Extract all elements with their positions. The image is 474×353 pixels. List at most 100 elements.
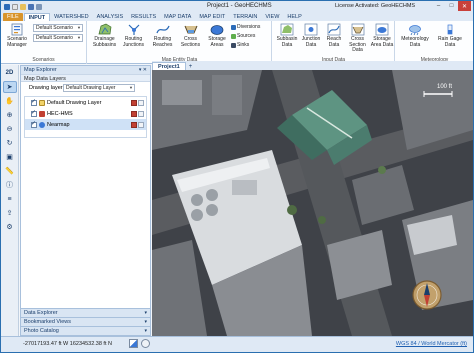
- map-explorer-panel: Map Explorer ▾ ✕ Map Data Layers Drawing…: [20, 65, 151, 336]
- save-icon[interactable]: [28, 3, 34, 10]
- subbasin-data-button[interactable]: Subbasin Data: [275, 23, 299, 48]
- storage-area-data-icon: [375, 23, 389, 36]
- reach-data-icon: [327, 23, 341, 36]
- tab-results[interactable]: RESULTS: [127, 13, 160, 21]
- photo-catalog-panel[interactable]: Photo Catalog ▾: [21, 326, 150, 335]
- scenarios-group: Scenario Manager Default Scenario ▼ Defa…: [1, 21, 87, 64]
- layer-color-swatch[interactable]: [131, 110, 137, 117]
- cross-section-data-button[interactable]: Cross Section Data: [345, 23, 370, 54]
- drawing-layer-select[interactable]: Default Drawing Layer ▼: [63, 84, 135, 92]
- maximize-button[interactable]: □: [445, 1, 458, 11]
- scenario-combo-primary[interactable]: Default Scenario ▼: [33, 24, 83, 32]
- layer-color-swatch[interactable]: [131, 121, 137, 128]
- storage-areas-button[interactable]: Storage Areas: [205, 23, 229, 48]
- cross-section-icon: [184, 25, 197, 34]
- tab-map-edit[interactable]: MAP EDIT: [195, 13, 229, 21]
- map-data-layers-header: Map Data Layers: [21, 74, 150, 82]
- close-button[interactable]: ✕: [458, 1, 471, 11]
- settings-status-icon[interactable]: [141, 339, 150, 348]
- bookmarked-views-panel[interactable]: Bookmarked Views ▾: [21, 317, 150, 326]
- pan-tool-icon[interactable]: ✋: [3, 95, 17, 107]
- diversion-icon: [231, 24, 236, 30]
- subbasin-data-icon: [280, 23, 294, 36]
- tab-watershed[interactable]: WATERSHED: [50, 13, 93, 21]
- reach-data-button[interactable]: Reach Data: [323, 23, 345, 48]
- ribbon-tabs: FILE INPUT WATERSHED ANALYSIS RESULTS MA…: [1, 12, 473, 21]
- tab-view[interactable]: VIEW: [261, 13, 283, 21]
- status-bar: -27017193.47 ft W 16234532.38 ft N WGS 8…: [1, 336, 473, 352]
- identify-icon[interactable]: ⓘ: [3, 179, 17, 191]
- tab-project1[interactable]: Project1: [152, 62, 186, 70]
- scale-bar-label: 100 ft: [437, 84, 453, 90]
- data-explorer-panel[interactable]: Data Explorer ▾: [21, 308, 150, 317]
- quick-access-toolbar: [1, 3, 42, 10]
- coordinate-system-link[interactable]: WGS 84 / World Mercator (ft): [396, 341, 467, 347]
- undo-icon[interactable]: [36, 3, 42, 10]
- tab-analysis[interactable]: ANALYSIS: [93, 13, 128, 21]
- layer-visibility-checkbox[interactable]: [31, 109, 37, 117]
- layer-row-nearmap[interactable]: Nearmap: [25, 119, 146, 130]
- rotate-icon[interactable]: ↻: [3, 137, 17, 149]
- routing-reaches-button[interactable]: Routing Reaches: [149, 23, 176, 48]
- layer-row-hec-hms[interactable]: HEC-HMS: [25, 108, 146, 119]
- source-icon: [231, 33, 236, 39]
- scenario-manager-label: Scenario Manager: [7, 36, 27, 48]
- junction-icon: [128, 24, 139, 35]
- select-icon[interactable]: ▣: [3, 151, 17, 163]
- storage-area-data-button[interactable]: Storage Area Data: [370, 23, 394, 48]
- zoom-out-icon[interactable]: ⊖: [3, 123, 17, 135]
- cross-sections-button[interactable]: Cross Sections: [178, 23, 203, 48]
- drainage-subbasins-button[interactable]: Drainage Subbasins: [91, 23, 118, 48]
- pointer-tool-icon[interactable]: ➤: [2, 81, 17, 93]
- sinks-button[interactable]: Sinks: [231, 42, 249, 48]
- scenario-combo-secondary[interactable]: Default Scenario ▼: [33, 34, 83, 42]
- open-icon[interactable]: [20, 3, 26, 10]
- map-explorer-header: Map Explorer ▾ ✕: [21, 66, 150, 74]
- export-icon[interactable]: ⇪: [3, 207, 17, 219]
- sources-button[interactable]: Sources: [231, 33, 255, 39]
- meteorology-data-button[interactable]: Meteorology Data: [399, 23, 431, 48]
- layer-options-button[interactable]: [138, 99, 144, 106]
- chevron-down-icon: ▼: [77, 25, 81, 30]
- new-icon[interactable]: [12, 3, 18, 10]
- minimize-button[interactable]: –: [432, 1, 445, 11]
- map-view[interactable]: 100 ft: [152, 70, 473, 336]
- 2d-view-button[interactable]: 2D: [3, 67, 17, 79]
- title-bar: Project1 - GeoHECHMS License Activated: …: [1, 1, 473, 12]
- tab-help[interactable]: HELP: [283, 13, 305, 21]
- settings-icon[interactable]: ⚙: [3, 221, 17, 233]
- map-tab-strip: Project1 +: [152, 61, 473, 70]
- layer-row-default-drawing[interactable]: Default Drawing Layer: [25, 97, 146, 108]
- license-status: License Activated: GeoHECHMS: [335, 3, 416, 9]
- storage-area-icon: [210, 25, 224, 35]
- drawing-layer-row: Drawing layer: Default Drawing Layer ▼: [21, 82, 150, 94]
- layer-visibility-checkbox[interactable]: [31, 120, 37, 128]
- compass-icon[interactable]: [412, 280, 442, 310]
- rain-gage-data-button[interactable]: Rain Gage Data: [434, 23, 466, 48]
- cross-section-data-icon: [351, 23, 364, 36]
- measure-icon[interactable]: 📏: [3, 165, 17, 177]
- hec-hms-layer-icon: [39, 110, 45, 117]
- tab-file[interactable]: FILE: [3, 13, 23, 21]
- pin-icon[interactable]: ▾ ✕: [139, 66, 147, 74]
- layers-icon[interactable]: ≡: [3, 193, 17, 205]
- tab-terrain[interactable]: TERRAIN: [229, 13, 261, 21]
- layer-visibility-checkbox[interactable]: [31, 98, 37, 106]
- app-window: Project1 - GeoHECHMS License Activated: …: [0, 0, 474, 353]
- junction-data-button[interactable]: Junction Data: [299, 23, 323, 48]
- layer-options-button[interactable]: [138, 110, 144, 117]
- drawing-layer-label: Drawing layer:: [29, 85, 65, 91]
- tab-map-data[interactable]: MAP DATA: [160, 13, 195, 21]
- rain-gage-icon: [447, 24, 453, 35]
- layer-options-button[interactable]: [138, 121, 144, 128]
- scenario-manager-button[interactable]: Scenario Manager: [4, 23, 30, 48]
- layer-color-swatch[interactable]: [131, 99, 137, 106]
- zoom-in-icon[interactable]: ⊕: [3, 109, 17, 121]
- group-label-scenarios: Scenarios: [32, 57, 55, 63]
- measure-status-icon[interactable]: [129, 339, 138, 348]
- subbasin-icon: [98, 23, 111, 35]
- routing-junctions-button[interactable]: Routing Junctions: [120, 23, 147, 48]
- diversions-button[interactable]: Diversions: [231, 24, 260, 30]
- cursor-coordinates: -27017193.47 ft W 16234532.38 ft N: [23, 341, 112, 347]
- tab-input[interactable]: INPUT: [23, 13, 51, 21]
